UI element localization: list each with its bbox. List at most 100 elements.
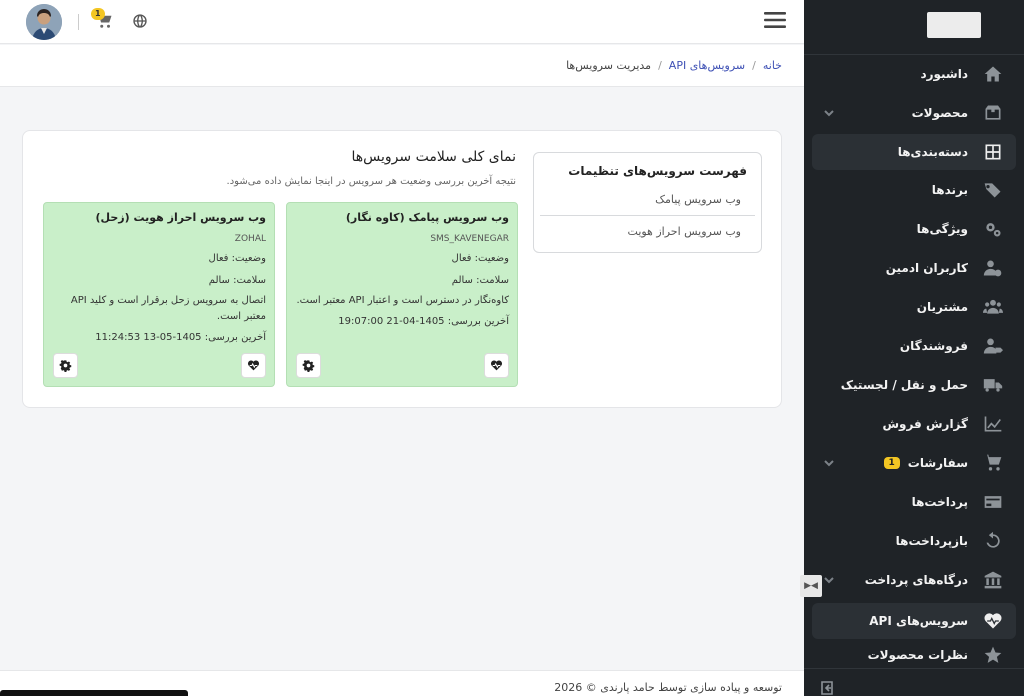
breadcrumb-separator: / bbox=[752, 59, 756, 72]
orders-badge: 1 bbox=[883, 457, 900, 469]
service-last-check: آخرین بررسی: 1405-04-21 19:07:00 bbox=[338, 316, 509, 327]
sidebar-item-customers[interactable]: مشتریان bbox=[812, 289, 1016, 325]
service-health: سلامت: سالم bbox=[208, 275, 266, 286]
undo-icon bbox=[978, 531, 1008, 551]
tags-icon bbox=[978, 180, 1008, 200]
chevron-down-icon bbox=[822, 573, 836, 587]
sidebar-item-label: مشتریان bbox=[916, 300, 968, 314]
topbar: 1 bbox=[0, 0, 804, 44]
sidebar-item-orders[interactable]: سفارشات 1 bbox=[812, 445, 1016, 481]
sidebar-item-payments[interactable]: پرداخت‌ها bbox=[812, 484, 1016, 520]
sidebar-item-refunds[interactable]: بازپرداخت‌ها bbox=[812, 523, 1016, 559]
sidebar-item-label: سرویس‌های API bbox=[869, 614, 968, 628]
settings-button[interactable] bbox=[296, 353, 321, 378]
sidebar: داشبورد محصولات دسته‌بندی‌ها برندها ویژگ… bbox=[800, 0, 1024, 696]
sidebar-item-attributes[interactable]: ویژگی‌ها bbox=[812, 211, 1016, 247]
breadcrumb-current: مدیریت سرویس‌ها bbox=[566, 59, 652, 72]
sidebar-item-label: نظرات محصولات bbox=[867, 648, 968, 662]
cart-button[interactable]: 1 bbox=[91, 8, 115, 32]
sidebar-item-label: پرداخت‌ها bbox=[911, 495, 968, 509]
menu-toggle-icon[interactable] bbox=[764, 10, 786, 30]
box-icon bbox=[978, 103, 1008, 123]
sidebar-item-brands[interactable]: برندها bbox=[812, 172, 1016, 208]
services-panel: فهرست سرویس‌های تنظیمات وب سرویس پیامک و… bbox=[22, 130, 782, 408]
sidebar-item-admin-users[interactable]: کاربران ادمین bbox=[812, 250, 1016, 286]
gear-icon bbox=[302, 360, 315, 372]
credit-card-icon bbox=[978, 492, 1008, 512]
service-title: وب سرویس پیامک (کاوه نگار) bbox=[345, 211, 509, 224]
user-tag-icon bbox=[978, 336, 1008, 356]
sidebar-item-label: فروشندگان bbox=[899, 339, 968, 353]
sidebar-item-shipping[interactable]: حمل و نقل / لجستیک bbox=[812, 367, 1016, 403]
sidebar-item-label: بازپرداخت‌ها bbox=[895, 534, 968, 548]
home-icon bbox=[978, 64, 1008, 84]
cart-badge: 1 bbox=[91, 8, 105, 20]
breadcrumb-home[interactable]: خانه bbox=[763, 59, 782, 72]
sidebar-item-label: سفارشات bbox=[907, 456, 968, 470]
heart-pulse-icon bbox=[978, 611, 1008, 631]
sidebar-item-dashboard[interactable]: داشبورد bbox=[812, 56, 1016, 92]
sidebar-item-payment-gateways[interactable]: درگاه‌های پرداخت bbox=[812, 562, 1016, 598]
bank-icon bbox=[978, 570, 1008, 590]
truck-icon bbox=[978, 375, 1008, 395]
gear-icon bbox=[59, 360, 72, 372]
settings-services-list: فهرست سرویس‌های تنظیمات وب سرویس پیامک و… bbox=[533, 152, 762, 253]
breadcrumb: خانه / سرویس‌های API / مدیریت سرویس‌ها bbox=[0, 45, 804, 87]
service-card-zohal: وب سرویس احراز هویت (زحل) ZOHAL وضعیت: ف… bbox=[43, 202, 275, 387]
sidebar-item-label: ویژگی‌ها bbox=[916, 222, 968, 236]
service-title: وب سرویس احراز هویت (زحل) bbox=[95, 211, 266, 224]
gears-icon bbox=[978, 219, 1008, 239]
health-check-button[interactable] bbox=[241, 353, 266, 378]
chart-line-icon bbox=[978, 414, 1008, 434]
topbar-divider bbox=[78, 14, 79, 30]
service-status: وضعیت: فعال bbox=[451, 253, 509, 264]
sidebar-item-api-services[interactable]: سرویس‌های API bbox=[812, 603, 1016, 639]
globe-icon[interactable] bbox=[132, 13, 150, 31]
avatar[interactable] bbox=[26, 4, 62, 40]
service-message: کاوه‌نگار در دسترس است و اعتبار API معتب… bbox=[296, 295, 509, 306]
settings-list-divider bbox=[540, 215, 755, 216]
service-message: اتصال به سرویس زحل برقرار است و کلید API… bbox=[70, 295, 266, 322]
settings-list-title: فهرست سرویس‌های تنظیمات bbox=[568, 164, 747, 178]
users-icon bbox=[978, 297, 1008, 317]
sidebar-divider bbox=[804, 668, 1024, 669]
user-gear-icon bbox=[978, 258, 1008, 278]
heart-pulse-icon bbox=[490, 360, 503, 371]
breadcrumb-api-services[interactable]: سرویس‌های API bbox=[669, 59, 745, 72]
page-subtitle: نتیجه آخرین بررسی وضعیت هر سرویس در اینج… bbox=[226, 176, 516, 187]
sidebar-item-label: دسته‌بندی‌ها bbox=[897, 145, 968, 159]
sidebar-item-label: داشبورد bbox=[920, 67, 968, 81]
service-last-check: آخرین بررسی: 1405-05-13 11:24:53 bbox=[95, 332, 266, 343]
sidebar-collapse-icon[interactable] bbox=[818, 680, 834, 696]
sidebar-item-label: برندها bbox=[931, 183, 968, 197]
sidebar-item-label: درگاه‌های پرداخت bbox=[864, 573, 968, 587]
grid-icon bbox=[978, 142, 1008, 162]
sidebar-item-label: کاربران ادمین bbox=[885, 261, 968, 275]
sidebar-item-product-reviews[interactable]: نظرات محصولات bbox=[812, 642, 1016, 668]
cart-icon bbox=[978, 453, 1008, 473]
floating-toggle-icon[interactable]: ◀▶ bbox=[800, 575, 822, 597]
sidebar-item-products[interactable]: محصولات bbox=[812, 95, 1016, 131]
settings-list-item[interactable]: وب سرویس احراز هویت bbox=[628, 225, 741, 238]
sidebar-item-label: محصولات bbox=[911, 106, 968, 120]
sidebar-divider bbox=[804, 54, 1024, 55]
sidebar-item-sales-report[interactable]: گزارش فروش bbox=[812, 406, 1016, 442]
breadcrumb-separator: / bbox=[658, 59, 662, 72]
service-card-sms: وب سرویس پیامک (کاوه نگار) SMS_KAVENEGAR… bbox=[286, 202, 518, 387]
page-title: نمای کلی سلامت سرویس‌ها bbox=[351, 149, 516, 165]
service-code: ZOHAL bbox=[234, 234, 266, 244]
sidebar-item-label: حمل و نقل / لجستیک bbox=[840, 378, 968, 392]
service-code: SMS_KAVENEGAR bbox=[430, 234, 509, 244]
sidebar-item-categories[interactable]: دسته‌بندی‌ها bbox=[812, 134, 1016, 170]
sidebar-item-sellers[interactable]: فروشندگان bbox=[812, 328, 1016, 364]
footer-text: توسعه و پیاده سازی توسط حامد پارندی © 20… bbox=[554, 681, 782, 694]
settings-button[interactable] bbox=[53, 353, 78, 378]
chevron-down-icon bbox=[822, 456, 836, 470]
heart-pulse-icon bbox=[247, 360, 260, 371]
service-health: سلامت: سالم bbox=[451, 275, 509, 286]
star-icon bbox=[978, 645, 1008, 665]
taskbar-strip bbox=[0, 690, 188, 696]
health-check-button[interactable] bbox=[484, 353, 509, 378]
logo[interactable] bbox=[927, 12, 981, 38]
settings-list-item[interactable]: وب سرویس پیامک bbox=[655, 193, 741, 206]
